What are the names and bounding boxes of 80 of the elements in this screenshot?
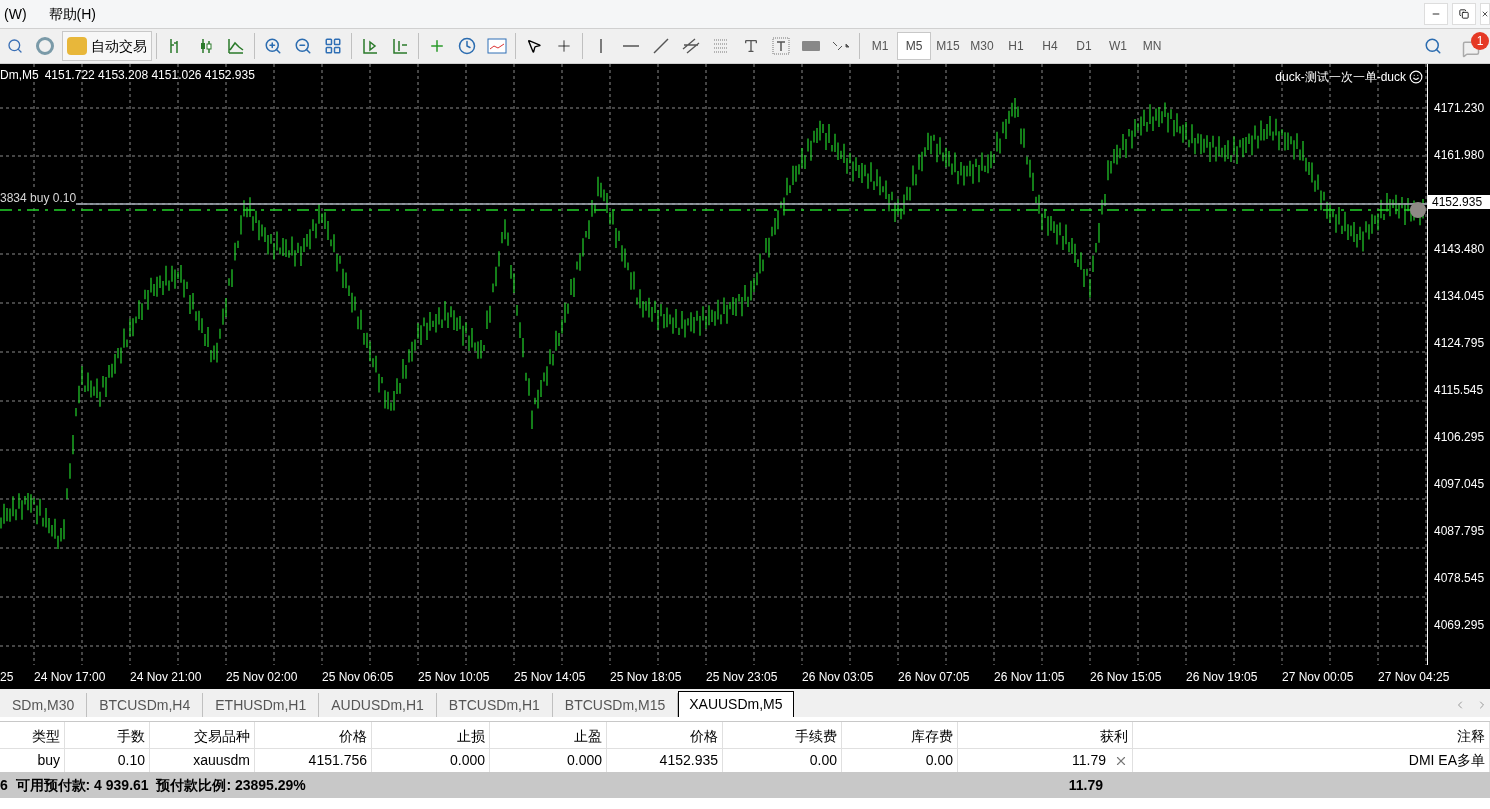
time-axis-label: 26 Nov 07:05 — [898, 670, 970, 684]
table-cell-text: 11.79 — [1072, 751, 1106, 770]
table-cell-text: 0.000 — [566, 751, 602, 770]
time-axis-label: 24 Nov 17:00 — [34, 670, 106, 684]
notification-badge: 1 — [1471, 32, 1489, 50]
restore-icon — [1459, 9, 1469, 19]
menu-item[interactable]: (W) — [0, 3, 31, 25]
menu-item[interactable]: 帮助(H) — [30, 3, 114, 25]
timeframe-button[interactable]: H4 — [1033, 32, 1067, 60]
time-axis-label: 25 Nov 10:05 — [418, 670, 490, 684]
table-cell-text: 4151.756 — [308, 751, 367, 770]
price-axis-label: 4097.045 — [1433, 477, 1486, 491]
time-axis-label: 25 Nov 23:05 — [706, 670, 778, 684]
table-cell-text: 4152.935 — [659, 751, 718, 770]
time-axis-label: 25 — [0, 670, 14, 684]
table-cell-text: xauusdm — [193, 751, 250, 770]
timeframe-button[interactable]: H1 — [999, 32, 1033, 60]
column-header[interactable]: 库存费 — [842, 722, 958, 748]
price-axis-label: 4171.230 — [1433, 101, 1486, 115]
chart-tab[interactable]: AUDUSDm,H1 — [319, 693, 437, 717]
time-axis-label: 25 Nov 18:05 — [610, 670, 682, 684]
chart-tab[interactable]: SDm,M30 — [0, 693, 88, 717]
time-axis-label: 26 Nov 11:05 — [994, 670, 1065, 684]
chart-ohlc: 4151.722 4153.208 4151.026 4152.935 — [44, 67, 255, 84]
time-axis-label: 26 Nov 03:05 — [802, 670, 874, 684]
time-axis-label: 27 Nov 00:05 — [1282, 670, 1354, 684]
timeframe-button[interactable]: D1 — [1067, 32, 1101, 60]
close-icon — [1481, 9, 1489, 19]
price-axis-label: 4078.545 — [1433, 571, 1486, 585]
column-header[interactable]: 止盈 — [490, 722, 607, 748]
account-summary: 6 可用预付款: 4 939.61 预付款比例: 23895.29% — [0, 775, 307, 795]
table-cell-text: 0.10 — [117, 751, 145, 770]
auto-trading-button[interactable]: 自动交易 — [62, 31, 152, 61]
expert-name: duck-测试一次一单-duck — [1275, 69, 1406, 86]
column-header[interactable]: 止损 — [372, 722, 490, 748]
order-label: 3834 buy 0.10 — [0, 189, 77, 207]
table-cell-text: DMI EA多单 — [1408, 751, 1485, 770]
price-axis-label: 4134.045 — [1433, 289, 1486, 303]
timeframe-button[interactable]: M1 — [863, 32, 897, 60]
table-cell-text: buy — [37, 751, 60, 770]
timeframe-button[interactable]: M15 — [931, 32, 965, 60]
time-axis-label: 27 Nov 04:25 — [1378, 670, 1450, 684]
chart-tab[interactable]: ETHUSDm,H1 — [203, 693, 320, 717]
price-axis-label: 4143.480 — [1433, 242, 1486, 256]
price-axis-label: 4161.980 — [1433, 148, 1486, 162]
column-header[interactable]: 手数 — [65, 722, 150, 748]
chart-tab[interactable]: BTCUSDm,H4 — [87, 693, 204, 717]
column-header[interactable]: 注释 — [1133, 722, 1490, 748]
time-axis-label: 25 Nov 06:05 — [322, 670, 394, 684]
price-axis-label: 4106.295 — [1433, 430, 1486, 444]
table-cell-text: 0.000 — [449, 751, 485, 770]
time-axis-label: 25 Nov 02:00 — [226, 670, 298, 684]
timeframe-button[interactable]: M30 — [965, 32, 999, 60]
table-cell-text: 0.00 — [925, 751, 953, 770]
smiley-icon — [1409, 70, 1423, 84]
price-axis-label: 4069.295 — [1433, 618, 1486, 632]
column-header[interactable]: 交易品种 — [150, 722, 255, 748]
time-axis-label: 26 Nov 15:05 — [1090, 670, 1162, 684]
column-header[interactable]: 价格 — [255, 722, 372, 748]
total-profit: 11.79 — [1067, 775, 1104, 795]
table-cell-text: 0.00 — [809, 751, 837, 770]
time-axis-label: 25 Nov 14:05 — [514, 670, 586, 684]
price-axis-label: 4115.545 — [1433, 383, 1485, 397]
price-axis-label: 4087.795 — [1433, 524, 1486, 538]
timeframe-button[interactable]: MN — [1135, 32, 1169, 60]
column-header[interactable]: 价格 — [607, 722, 723, 748]
time-axis-label: 24 Nov 21:00 — [130, 670, 202, 684]
column-header[interactable]: 获利 — [958, 722, 1133, 748]
chart-tab[interactable]: XAUUSDm,M5 — [678, 691, 794, 717]
column-header[interactable]: 类型 — [0, 722, 65, 748]
time-axis-label: 26 Nov 19:05 — [1186, 670, 1258, 684]
current-price-label: 4152.935 — [1428, 195, 1490, 209]
timeframe-button[interactable]: M5 — [897, 32, 931, 60]
column-header[interactable]: 手续费 — [723, 722, 842, 748]
close-button[interactable] — [1480, 3, 1490, 25]
timeframe-button[interactable]: W1 — [1101, 32, 1135, 60]
price-axis-label: 4124.795 — [1433, 336, 1486, 350]
chart-symbol: Dm,M5 — [0, 67, 39, 84]
restore-button[interactable] — [1452, 3, 1476, 25]
chart-tab[interactable]: BTCUSDm,H1 — [436, 693, 553, 717]
